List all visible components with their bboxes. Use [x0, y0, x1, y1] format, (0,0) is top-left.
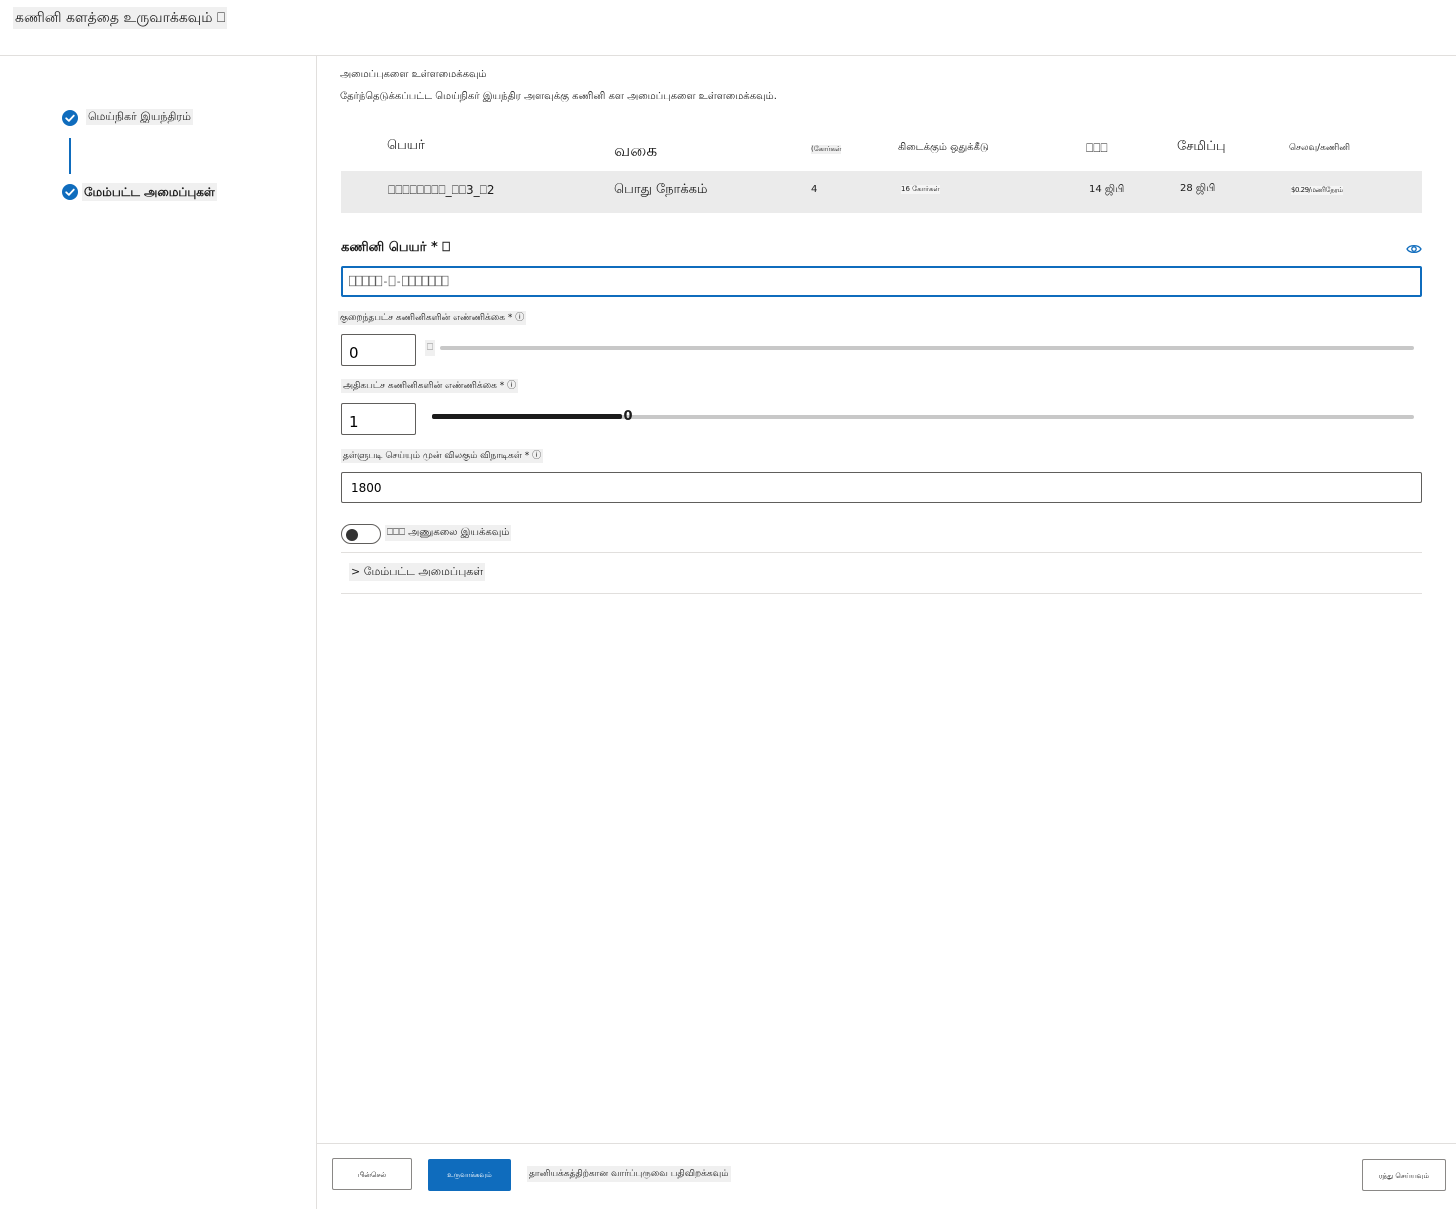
min-nodes-slider-thumb[interactable]: ⎕ [425, 340, 435, 356]
table-row[interactable] [341, 171, 1422, 213]
compute-name-label: கணினி பெயர் * ⎕ [341, 240, 451, 255]
min-nodes-label: குறைந்தபட்ச கணினிகளின் எண்ணிக்கை * ⓘ [338, 311, 527, 325]
section-heading: அமைப்புகளை உள்ளமைக்கவும் [340, 69, 487, 80]
cell-storage: 28 ஜிபி [1180, 183, 1216, 194]
cell-vm-name: ⎕⎕⎕⎕⎕⎕⎕⎕_⎕⎕3_⎕2 [388, 183, 495, 197]
header-divider [0, 55, 1456, 56]
max-nodes-slider-fill [432, 414, 622, 419]
cell-cost: $0.29/மணிநேரம் [1291, 186, 1343, 195]
min-nodes-input[interactable] [341, 334, 416, 366]
divider [341, 552, 1422, 553]
cell-cores: 4 [811, 184, 818, 195]
cancel-button[interactable]: ரத்து செய்யவும் [1362, 1159, 1446, 1191]
advanced-settings-expander[interactable]: > மேம்பட்ட அமைப்புகள் [349, 563, 486, 581]
max-nodes-slider-thumb[interactable]: 0 [620, 408, 636, 426]
column-header-available-quota: கிடைக்கும் ஒதுக்கீடு [898, 142, 989, 153]
column-header-name: பெயர் [387, 138, 425, 153]
create-button[interactable]: உருவாக்கவும் [428, 1159, 511, 1191]
min-nodes-slider-track[interactable] [440, 346, 1414, 350]
ssh-access-label: ⎕⎕⎕ அணுகலை இயக்கவும் [385, 525, 512, 541]
idle-seconds-input[interactable] [341, 472, 1422, 503]
stepper-connector [69, 138, 71, 174]
divider [341, 593, 1422, 594]
toggle-knob [346, 529, 358, 541]
ssh-access-toggle[interactable] [341, 524, 381, 544]
page-title: கணினி களத்தை உருவாக்கவும் ⎕ [13, 7, 228, 29]
max-nodes-input[interactable] [341, 403, 416, 435]
step-advanced-settings[interactable]: மேம்பட்ட அமைப்புகள் [82, 183, 217, 201]
check-icon [62, 184, 78, 200]
idle-seconds-label: தள்ளுபடி செய்யும் முன் விலகும் விநாடிகள்… [341, 449, 544, 463]
section-description: தேர்ந்தெடுக்கப்பட்ட மெய்நிகர் இயந்திர அள… [340, 91, 777, 102]
cell-vm-type: பொது நோக்கம் [614, 182, 708, 197]
column-header-storage: சேமிப்பு [1177, 139, 1226, 154]
step-virtual-machine[interactable]: மெய்நிகர் இயந்திரம் [86, 109, 193, 125]
cell-available-quota: 16 கோர்கள் [901, 185, 940, 194]
footer-divider [317, 1143, 1456, 1144]
column-header-cores: (கோர்கள் [811, 145, 842, 154]
compute-name-input[interactable] [341, 266, 1422, 297]
check-icon [62, 110, 78, 126]
max-nodes-label: அதிகபட்ச கணினிகளின் எண்ணிக்கை * ⓘ [341, 379, 519, 393]
cell-ram: 14 ஜிபி [1089, 184, 1125, 195]
sidebar-divider [316, 56, 317, 1209]
column-header-type: வகை [614, 141, 658, 161]
column-header-ram: ⎕⎕⎕ [1086, 141, 1108, 155]
back-button[interactable]: பின்செல் [332, 1158, 412, 1190]
eye-icon[interactable] [1406, 240, 1422, 254]
column-header-cost: செலவு/கணினி [1289, 143, 1351, 153]
download-template-link[interactable]: தானியக்கத்திற்கான வார்ப்புருவை பதிவிறக்க… [527, 1166, 731, 1182]
